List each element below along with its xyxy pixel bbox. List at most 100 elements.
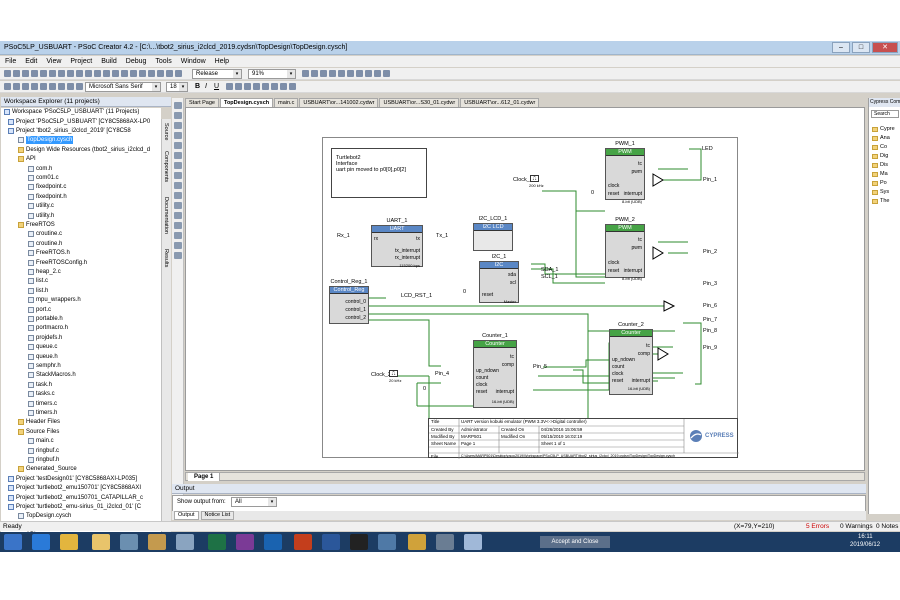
- tree-item[interactable]: Project 'turtlebot2_emu150701_CATAPILLAR…: [8, 493, 143, 501]
- status-warnings[interactable]: 0 Warnings: [840, 523, 873, 530]
- tree-item[interactable]: portable.h: [28, 315, 63, 323]
- page-1-tab[interactable]: Page 1: [188, 473, 221, 481]
- tree-item[interactable]: API: [18, 155, 36, 163]
- schematic-tool-icon[interactable]: [174, 102, 182, 109]
- tab-cydwr-3[interactable]: USBUART\or...612_01.cydwr: [460, 98, 540, 107]
- schematic-tool-icon[interactable]: [174, 152, 182, 159]
- schematic-tool-icon[interactable]: [174, 172, 182, 179]
- tree-item[interactable]: FreeRTOSConfig.h: [28, 258, 87, 266]
- show-output-select[interactable]: All ▾: [231, 497, 277, 507]
- format-toolbar-icons[interactable]: [4, 83, 92, 90]
- schematic-tool-icon[interactable]: [174, 162, 182, 169]
- tab-results[interactable]: Results: [163, 249, 169, 267]
- clock3-icon[interactable]: ⎍: [389, 370, 398, 377]
- zoom-select[interactable]: 91% ▾: [248, 69, 296, 79]
- catalog-item-digital[interactable]: Dig: [872, 153, 888, 159]
- app-icon-3[interactable]: [176, 534, 194, 550]
- word-icon[interactable]: [322, 534, 340, 550]
- tab-cydwr-1[interactable]: USBUART\or...141002.cydwr: [299, 98, 379, 107]
- tree-item[interactable]: utility.h: [28, 211, 54, 219]
- tree-item[interactable]: Project 'testDesign01' [CY8C5868AXI-LP03…: [8, 475, 137, 483]
- menu-edit[interactable]: Edit: [25, 58, 37, 65]
- outlook-icon[interactable]: [264, 534, 282, 550]
- schematic-tool-icon[interactable]: [174, 142, 182, 149]
- tree-item[interactable]: Project 'PSoC5LP_USBUART' [CY8C5868AX-LP…: [8, 117, 150, 125]
- schematic-tool-icon[interactable]: [174, 212, 182, 219]
- counter2-component[interactable]: Counter_2 Counter tc comp up_ndown count…: [609, 322, 653, 395]
- chrome-icon-2[interactable]: [408, 534, 426, 550]
- catalog-item-cypress[interactable]: Cypre: [872, 126, 895, 132]
- menu-tools[interactable]: Tools: [155, 58, 171, 65]
- tree-item[interactable]: fixedpoint.h: [28, 193, 67, 201]
- tree-item[interactable]: croutine.h: [28, 240, 62, 248]
- tree-item[interactable]: Workspace 'PSoC5LP_USBUART' (11 Projects…: [4, 108, 139, 116]
- schematic-tool-icon[interactable]: [174, 112, 182, 119]
- tree-item[interactable]: tasks.c: [28, 390, 55, 398]
- catalog-item-ports[interactable]: Po: [872, 180, 887, 186]
- i2c-component[interactable]: I2C_1 I2C sda scl reset Master: [479, 254, 519, 304]
- tree-item[interactable]: fixedpoint.c: [28, 183, 66, 191]
- i2c-lcd-component[interactable]: I2C_LCD_1 I2C LCD: [473, 216, 513, 251]
- pwm1-component[interactable]: PWM_1 PWM tc pwm clock reset interrupt 8…: [605, 141, 645, 204]
- schematic-tool-strip[interactable]: [172, 98, 184, 513]
- app-icon-5[interactable]: [436, 534, 454, 550]
- catalog-item-misc[interactable]: Ma: [872, 171, 888, 177]
- catalog-search[interactable]: Search: [871, 110, 899, 118]
- catalog-item-comm[interactable]: Co: [872, 144, 887, 150]
- tree-item[interactable]: Source Files: [18, 428, 59, 436]
- standard-toolbar-icons[interactable]: [4, 70, 182, 77]
- tab-main-c[interactable]: main.c: [274, 98, 299, 107]
- tree-item[interactable]: Design Wide Resources (tbot2_sirius_i2cl…: [18, 146, 150, 154]
- underline-button[interactable]: U: [214, 83, 219, 90]
- tab-topdesign[interactable]: TopDesign.cysch: [220, 98, 274, 107]
- schematic-tool-icon[interactable]: [174, 232, 182, 239]
- catalog-item-system[interactable]: Sys: [872, 189, 889, 195]
- excel-icon[interactable]: [208, 534, 226, 550]
- catalog-item-thermal[interactable]: The: [872, 198, 889, 204]
- menu-build[interactable]: Build: [101, 58, 117, 65]
- tree-item[interactable]: semphr.h: [28, 362, 61, 370]
- tab-source[interactable]: Source: [163, 123, 169, 140]
- tree-item[interactable]: queue.h: [28, 352, 58, 360]
- powerpoint-icon[interactable]: [294, 534, 312, 550]
- tab-documentation[interactable]: Documentation: [163, 197, 169, 234]
- minimize-button[interactable]: –: [832, 42, 850, 53]
- start-button-icon[interactable]: [4, 534, 22, 550]
- explorer-icon[interactable]: [92, 534, 110, 550]
- pwm2-component[interactable]: PWM_2 PWM tc pwm clock reset interrupt 8…: [605, 217, 645, 281]
- clock1-icon[interactable]: ⎍: [530, 175, 539, 182]
- maximize-button[interactable]: □: [852, 42, 870, 53]
- tree-item[interactable]: ringbuf.c: [28, 446, 59, 454]
- menu-project[interactable]: Project: [70, 58, 92, 65]
- tab-cydwr-2[interactable]: USBUART\or...S30_01.cydwr: [379, 98, 460, 107]
- app-icon-6[interactable]: [464, 534, 482, 550]
- tree-item[interactable]: Header Files: [18, 418, 60, 426]
- chrome-icon[interactable]: [60, 534, 78, 550]
- tab-start-page[interactable]: Start Page: [185, 98, 219, 107]
- tree-item[interactable]: TopDesign.cysch: [18, 136, 74, 145]
- build-config-select[interactable]: Release ▾: [192, 69, 242, 79]
- menu-view[interactable]: View: [46, 58, 61, 65]
- accept-close-popup[interactable]: Accept and Close: [540, 536, 610, 548]
- catalog-item-analog[interactable]: Ana: [872, 135, 890, 141]
- schematic-tool-icon[interactable]: [174, 182, 182, 189]
- tree-item[interactable]: StackMacros.h: [28, 371, 76, 379]
- tree-item[interactable]: Project 'turtlebot2_emu150701' [CY8C5868…: [8, 484, 141, 492]
- bold-button[interactable]: B: [195, 83, 200, 90]
- tree-item[interactable]: FreeRTOS.h: [28, 249, 70, 257]
- schematic-tool-icon[interactable]: [174, 192, 182, 199]
- ie-icon[interactable]: [32, 534, 50, 550]
- tab-components[interactable]: Components: [163, 151, 169, 182]
- view-toolbar-icons[interactable]: [302, 70, 390, 77]
- font-size-select[interactable]: 18 ▾: [166, 82, 188, 92]
- tree-item[interactable]: Generated_Source: [18, 465, 77, 473]
- counter1-component[interactable]: Counter_1 Counter tc comp up_ndown count…: [473, 333, 517, 408]
- app-icon-4[interactable]: [378, 534, 396, 550]
- tree-item[interactable]: FreeRTOS: [18, 221, 55, 229]
- tree-item[interactable]: utility.c: [28, 202, 54, 210]
- status-notes[interactable]: 0 Notes: [876, 523, 898, 530]
- tree-item[interactable]: mpu_wrappers.h: [28, 296, 81, 304]
- onenote-icon[interactable]: [236, 534, 254, 550]
- menu-debug[interactable]: Debug: [126, 58, 147, 65]
- align-toolbar-icons[interactable]: [226, 83, 296, 90]
